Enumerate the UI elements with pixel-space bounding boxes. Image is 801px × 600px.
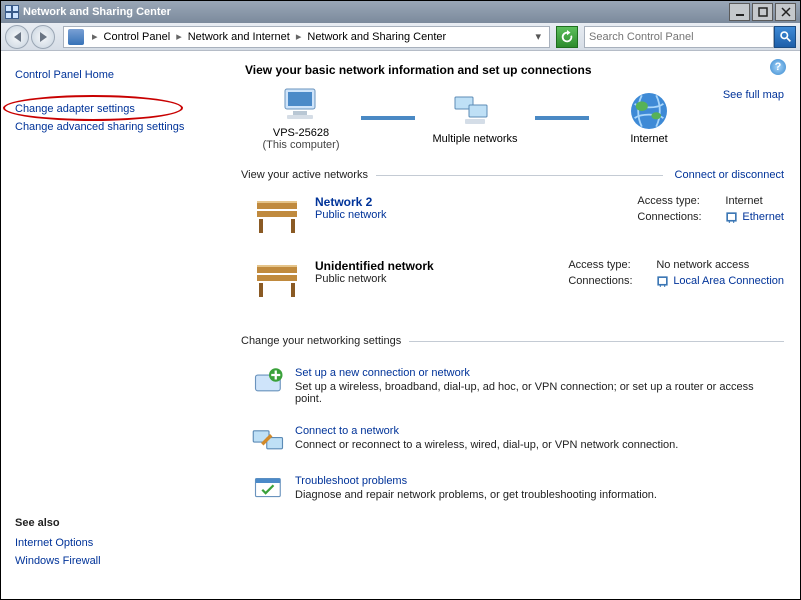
map-node-3-label: Internet <box>630 133 667 145</box>
connect-disconnect-link[interactable]: Connect or disconnect <box>675 169 784 181</box>
windows-firewall-link[interactable]: Windows Firewall <box>15 553 101 569</box>
map-node-2-label: Multiple networks <box>433 133 518 145</box>
map-node-1-sub: (This computer) <box>262 139 339 151</box>
net1-access-key: Access type: <box>637 195 725 207</box>
network-1-name[interactable]: Network 2 <box>315 195 555 209</box>
change-adapter-settings-link[interactable]: Change adapter settings <box>15 101 223 117</box>
search-button[interactable] <box>774 26 796 48</box>
map-connector-1 <box>361 115 415 121</box>
see-also-heading: See also <box>15 517 101 529</box>
setting-2-desc: Connect or reconnect to a wireless, wire… <box>295 439 678 451</box>
setting-troubleshoot: Troubleshoot problems Diagnose and repai… <box>251 469 784 519</box>
net2-access-key: Access type: <box>568 259 656 271</box>
bench-icon <box>251 259 303 303</box>
navbar: ▸ Control Panel ▸ Network and Internet ▸… <box>1 23 800 51</box>
page-heading: View your basic network information and … <box>245 63 784 77</box>
network-map: See full map VPS-25628 (This computer) M… <box>241 85 784 151</box>
help-icon[interactable]: ? <box>770 59 786 75</box>
setting-3-desc: Diagnose and repair network problems, or… <box>295 489 657 501</box>
app-icon <box>5 5 19 19</box>
maximize-button[interactable] <box>752 3 773 21</box>
new-connection-icon <box>251 367 287 397</box>
back-button[interactable] <box>5 25 29 49</box>
close-button[interactable] <box>775 3 796 21</box>
internet-globe-icon <box>625 91 673 131</box>
arrow-left-icon <box>14 32 21 42</box>
breadcrumb-seg-2[interactable]: Network and Internet <box>186 31 292 43</box>
setting-connect-network: Connect to a network Connect or reconnec… <box>251 419 784 469</box>
breadcrumb-sep: ▸ <box>172 30 186 43</box>
setting-1-title[interactable]: Set up a new connection or network <box>295 367 775 379</box>
network-block-1: Network 2 Public network Access type:Int… <box>241 189 784 253</box>
network-2-name: Unidentified network <box>315 259 555 273</box>
search-input[interactable] <box>584 26 774 48</box>
multiple-networks-icon <box>451 91 499 131</box>
sidebar: Control Panel Home Change adapter settin… <box>1 51 233 599</box>
settings-label: Change your networking settings <box>241 335 401 347</box>
internet-options-link[interactable]: Internet Options <box>15 535 101 551</box>
setting-1-desc: Set up a wireless, broadband, dial-up, a… <box>295 381 775 405</box>
breadcrumb-sep: ▸ <box>292 30 306 43</box>
change-advanced-sharing-link[interactable]: Change advanced sharing settings <box>15 119 223 135</box>
refresh-icon <box>560 30 574 44</box>
net1-conn-key: Connections: <box>637 211 725 224</box>
setting-2-title[interactable]: Connect to a network <box>295 425 678 437</box>
setting-new-connection: Set up a new connection or network Set u… <box>251 361 784 419</box>
map-node-1-label: VPS-25628 <box>273 127 329 139</box>
network-2-type: Public network <box>315 273 555 285</box>
active-networks-heading: View your active networks Connect or dis… <box>241 169 784 181</box>
breadcrumb-seg-3[interactable]: Network and Sharing Center <box>305 31 448 43</box>
map-connector-2 <box>535 115 589 121</box>
network-1-type[interactable]: Public network <box>315 209 555 221</box>
bench-icon <box>251 195 303 239</box>
control-panel-home-link[interactable]: Control Panel Home <box>15 67 223 83</box>
setting-3-title[interactable]: Troubleshoot problems <box>295 475 657 487</box>
troubleshoot-icon <box>251 475 287 505</box>
active-networks-label: View your active networks <box>241 169 368 181</box>
arrow-right-icon <box>40 32 47 42</box>
see-also-section: See also Internet Options Windows Firewa… <box>15 517 101 571</box>
minimize-button[interactable] <box>729 3 750 21</box>
control-panel-icon <box>68 29 84 45</box>
connect-network-icon <box>251 425 287 455</box>
breadcrumb-seg-1[interactable]: Control Panel <box>102 31 173 43</box>
search-icon <box>779 30 792 43</box>
see-full-map-link[interactable]: See full map <box>723 89 784 101</box>
breadcrumb[interactable]: ▸ Control Panel ▸ Network and Internet ▸… <box>63 26 550 48</box>
breadcrumb-sep: ▸ <box>88 30 102 43</box>
window-title: Network and Sharing Center <box>23 6 727 18</box>
titlebar: Network and Sharing Center <box>1 1 800 23</box>
forward-button[interactable] <box>31 25 55 49</box>
ethernet-icon <box>725 211 738 224</box>
net2-access-value: No network access <box>656 259 749 271</box>
refresh-button[interactable] <box>556 26 578 48</box>
breadcrumb-dropdown-icon[interactable]: ▾ <box>531 30 545 43</box>
net2-conn-value[interactable]: Local Area Connection <box>673 275 784 288</box>
main-panel: ? View your basic network information an… <box>233 51 800 599</box>
this-computer-icon <box>277 85 325 125</box>
networking-settings-heading: Change your networking settings <box>241 335 784 347</box>
net2-conn-key: Connections: <box>568 275 656 288</box>
network-block-2: Unidentified network Public network Acce… <box>241 253 784 317</box>
net1-access-value: Internet <box>725 195 762 207</box>
ethernet-icon <box>656 275 669 288</box>
net1-conn-value[interactable]: Ethernet <box>742 211 784 224</box>
